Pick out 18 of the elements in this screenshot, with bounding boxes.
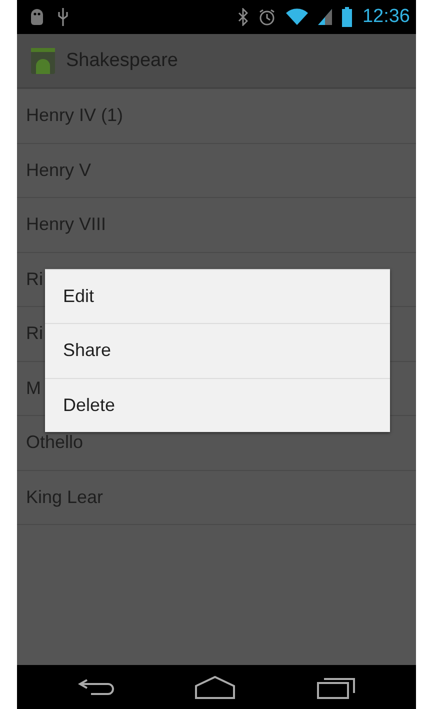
menu-item[interactable]: Share	[45, 323, 390, 378]
menu-item[interactable]: Delete	[45, 378, 390, 432]
list-item[interactable]: Henry VIII	[26, 214, 106, 236]
alarm-icon	[258, 8, 276, 26]
signal-icon	[318, 8, 332, 26]
list-item[interactable]: M	[26, 378, 41, 399]
bluetooth-icon	[238, 8, 248, 26]
list-item[interactable]: King Lear	[26, 486, 104, 508]
home-icon[interactable]	[194, 675, 236, 699]
list-item[interactable]: Henry V	[26, 160, 92, 181]
battery-icon	[342, 7, 352, 27]
wifi-icon	[286, 8, 308, 26]
list-item[interactable]: Othello	[26, 432, 84, 454]
menu-item[interactable]: Edit	[45, 269, 390, 324]
list-item[interactable]: Ri	[26, 323, 43, 344]
clock: 12:36	[362, 6, 410, 28]
list-item[interactable]: Ri	[26, 268, 43, 290]
usb-icon	[57, 7, 69, 27]
